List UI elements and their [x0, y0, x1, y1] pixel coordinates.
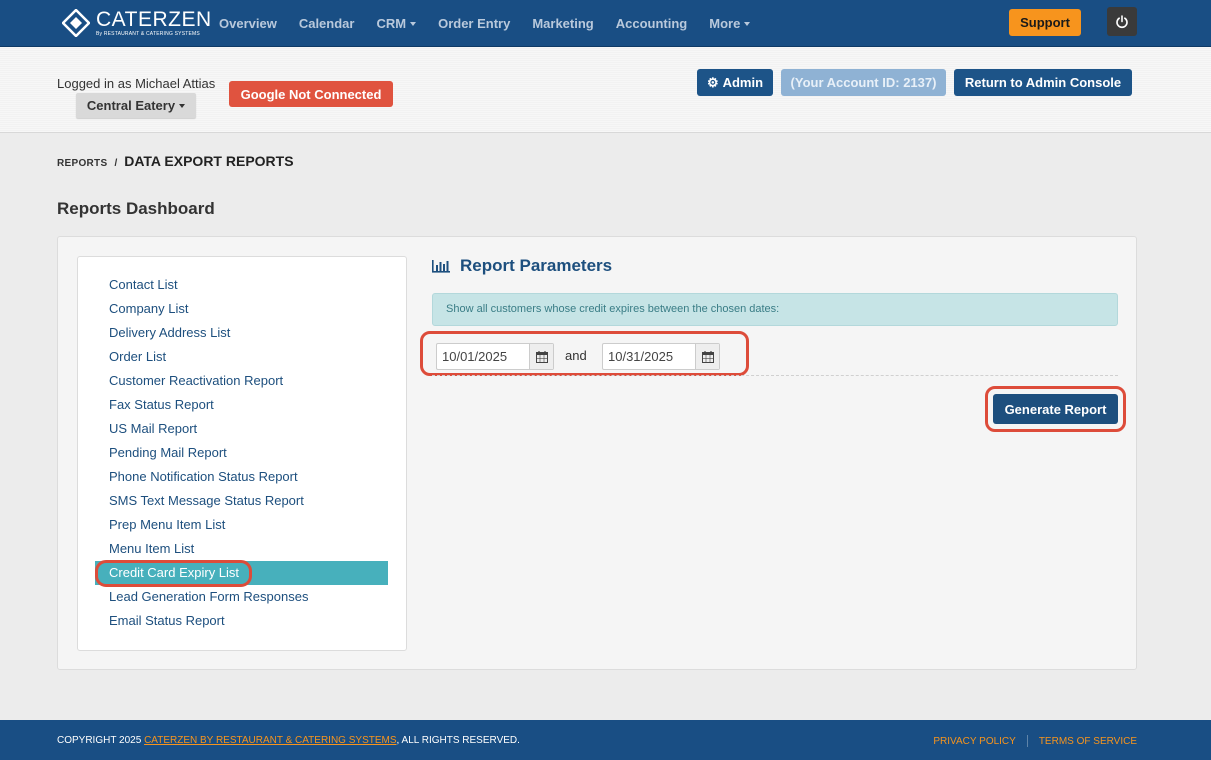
nav-crm-label: CRM — [376, 15, 407, 31]
nav-more-label: More — [709, 15, 741, 31]
account-id-badge: (Your Account ID: 2137) — [781, 69, 946, 96]
top-navbar: CATERZEN By RESTAURANT & CATERING SYSTEM… — [0, 0, 1211, 47]
caterzen-company-link[interactable]: CATERZEN BY RESTAURANT & CATERING SYSTEM… — [144, 735, 396, 746]
report-item[interactable]: Phone Notification Status Report — [95, 465, 388, 489]
footer-links: PRIVACY POLICY TERMS OF SERVICE — [933, 735, 1137, 747]
date-range-connector: and — [565, 348, 587, 363]
start-date-field[interactable]: 10/01/2025 — [436, 343, 554, 370]
chevron-down-icon — [744, 22, 751, 27]
bar-chart-icon — [432, 260, 450, 273]
report-parameters-title: Report Parameters — [460, 256, 613, 275]
nav-order-entry-label: Order Entry — [438, 15, 511, 31]
logout-button[interactable] — [1107, 7, 1137, 36]
breadcrumb-separator: / — [114, 158, 118, 169]
report-item[interactable]: Menu Item List — [95, 537, 388, 561]
copyright-text: COPYRIGHT 2025 CATERZEN BY RESTAURANT & … — [57, 735, 520, 746]
page-title: Reports Dashboard — [57, 199, 215, 218]
nav-overview[interactable]: Overview — [208, 16, 288, 31]
breadcrumb: REPORTS / DATA EXPORT REPORTS — [57, 153, 294, 169]
privacy-policy-link[interactable]: PRIVACY POLICY — [933, 736, 1015, 747]
nav-overview-label: Overview — [219, 15, 277, 31]
brand-name: CATERZEN — [96, 8, 212, 31]
report-item[interactable]: Credit Card Expiry List — [95, 561, 388, 585]
nav-more[interactable]: More — [698, 16, 761, 31]
copyright-suffix: , ALL RIGHTS RESERVED. — [396, 735, 520, 746]
end-date-calendar-button[interactable] — [695, 344, 719, 369]
date-range-group: 10/01/2025 and 10/31/2025 — [420, 331, 749, 376]
account-bar: Logged in as Michael Attias Central Eate… — [0, 47, 1211, 133]
breadcrumb-current: DATA EXPORT REPORTS — [124, 153, 294, 169]
calendar-icon — [701, 350, 714, 363]
end-date-field[interactable]: 10/31/2025 — [602, 343, 720, 370]
brand-tagline: By RESTAURANT & CATERING SYSTEMS — [96, 31, 200, 37]
report-item[interactable]: SMS Text Message Status Report — [95, 489, 388, 513]
report-item[interactable]: Prep Menu Item List — [95, 513, 388, 537]
report-item[interactable]: Email Status Report — [95, 609, 388, 633]
google-status-button[interactable]: Google Not Connected — [229, 81, 393, 107]
generate-report-button[interactable]: Generate Report — [993, 394, 1118, 424]
report-item[interactable]: Lead Generation Form Responses — [95, 585, 388, 609]
nav-marketing-label: Marketing — [532, 15, 594, 31]
logged-in-text: Logged in as Michael Attias — [57, 76, 216, 91]
start-date-calendar-button[interactable] — [529, 344, 553, 369]
report-item[interactable]: Delivery Address List — [95, 321, 388, 345]
admin-label: Admin — [722, 75, 764, 90]
terms-of-service-link[interactable]: TERMS OF SERVICE — [1039, 736, 1137, 747]
report-item[interactable]: Order List — [95, 345, 388, 369]
report-item[interactable]: Customer Reactivation Report — [95, 369, 388, 393]
power-icon — [1116, 14, 1128, 28]
reports-panel: Contact List Company List Delivery Address… — [57, 236, 1137, 670]
calendar-icon — [535, 350, 548, 363]
report-item[interactable]: Pending Mail Report — [95, 441, 388, 465]
copyright-prefix: COPYRIGHT 2025 — [57, 735, 145, 746]
nav-accounting-label: Accounting — [615, 15, 688, 31]
generate-report-highlight: Generate Report — [985, 386, 1126, 432]
chevron-down-icon — [410, 22, 417, 27]
report-item[interactable]: Company List — [95, 297, 388, 321]
admin-button[interactable]: ⚙ Admin — [697, 69, 773, 96]
caterzen-logo[interactable]: CATERZEN By RESTAURANT & CATERING SYSTEM… — [62, 8, 212, 38]
restaurant-dropdown[interactable]: Central Eatery — [76, 93, 196, 118]
nav-marketing[interactable]: Marketing — [521, 16, 604, 31]
footer: COPYRIGHT 2025 CATERZEN BY RESTAURANT & … — [0, 720, 1211, 760]
info-alert: Show all customers whose credit expires … — [432, 293, 1118, 326]
report-item[interactable]: Fax Status Report — [95, 393, 388, 417]
report-item[interactable]: US Mail Report — [95, 417, 388, 441]
main-nav: Overview Calendar CRM Order Entry Market… — [208, 0, 761, 46]
nav-order-entry[interactable]: Order Entry — [427, 16, 521, 31]
return-to-admin-console-button[interactable]: Return to Admin Console — [954, 69, 1132, 96]
support-button[interactable]: Support — [1009, 9, 1081, 36]
chevron-down-icon — [179, 103, 186, 108]
report-parameters-heading: Report Parameters — [432, 256, 612, 276]
divider — [432, 375, 1118, 376]
gear-icon: ⚙ — [706, 74, 719, 90]
restaurant-name: Central Eatery — [86, 98, 176, 113]
caterzen-logo-icon — [62, 9, 90, 37]
footer-divider — [1026, 735, 1028, 747]
nav-crm[interactable]: CRM — [365, 16, 427, 31]
end-date-value[interactable]: 10/31/2025 — [603, 344, 695, 369]
nav-accounting[interactable]: Accounting — [605, 16, 699, 31]
breadcrumb-reports[interactable]: REPORTS — [57, 158, 107, 169]
report-item[interactable]: Contact List — [95, 273, 388, 297]
start-date-value[interactable]: 10/01/2025 — [437, 344, 529, 369]
nav-calendar[interactable]: Calendar — [288, 16, 366, 31]
report-list: Contact List Company List Delivery Address… — [77, 256, 407, 651]
nav-calendar-label: Calendar — [298, 15, 355, 31]
